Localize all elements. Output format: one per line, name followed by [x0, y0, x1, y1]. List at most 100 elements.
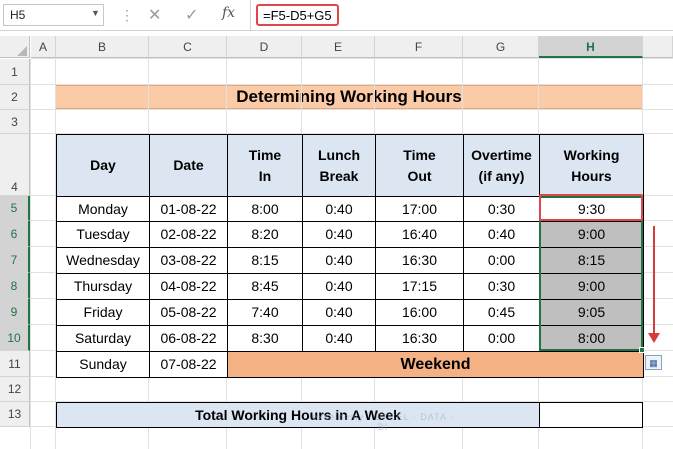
- table-header-label: Hours: [571, 167, 612, 184]
- table-header-cell[interactable]: Date: [149, 134, 228, 197]
- table-cell[interactable]: 0:40: [302, 221, 376, 248]
- table-cell[interactable]: 16:40: [375, 221, 464, 248]
- table-cell[interactable]: Sunday: [56, 351, 150, 378]
- table-cell[interactable]: Friday: [56, 299, 150, 326]
- column-header-d[interactable]: D: [227, 36, 302, 58]
- quick-analysis-icon[interactable]: ▦: [645, 355, 662, 370]
- arrow-head-icon: [648, 333, 660, 343]
- table-header-label: Working: [563, 146, 620, 163]
- row-header-3[interactable]: 3: [0, 110, 30, 134]
- column-header-g[interactable]: G: [463, 36, 539, 58]
- table-cell[interactable]: 0:30: [463, 273, 540, 300]
- table-cell[interactable]: 0:40: [463, 221, 540, 248]
- watermark: exceldemy · EXCEL · DATA · BI: [312, 412, 454, 432]
- row-header-7[interactable]: 7: [0, 247, 30, 273]
- gridline-horizontal: [31, 109, 673, 110]
- row-header-9[interactable]: 9: [0, 299, 30, 325]
- sheet-title[interactable]: Determining Working Hours: [56, 85, 642, 109]
- table-cell[interactable]: 16:30: [375, 325, 464, 352]
- table-header-cell[interactable]: Day: [56, 134, 150, 197]
- table-cell[interactable]: 8:20: [227, 221, 303, 248]
- drag-arrow-icon: [653, 226, 655, 338]
- column-header-b[interactable]: B: [56, 36, 149, 58]
- table-header-label: Time: [403, 146, 436, 163]
- table-header-label: Out: [407, 167, 432, 184]
- row-header-8[interactable]: 8: [0, 273, 30, 299]
- table-cell[interactable]: 8:15: [227, 247, 303, 274]
- table-cell[interactable]: 8:45: [227, 273, 303, 300]
- table-header-label: Overtime: [471, 146, 532, 163]
- table-cell[interactable]: 04-08-22: [149, 273, 228, 300]
- row-header-12[interactable]: 12: [0, 377, 30, 402]
- insert-function-icon[interactable]: fx: [222, 5, 235, 21]
- column-header-filler: [643, 36, 673, 58]
- table-cell[interactable]: Thursday: [56, 273, 150, 300]
- total-value-cell[interactable]: [539, 402, 643, 428]
- separator-icon: ⋮: [120, 7, 134, 23]
- table-header-cell[interactable]: Lunch Break: [302, 134, 376, 197]
- table-cell[interactable]: 07-08-22: [149, 351, 228, 378]
- table-cell[interactable]: Wednesday: [56, 247, 150, 274]
- total-label-cell[interactable]: Total Working Hours in A Week: [56, 402, 540, 428]
- formula-text[interactable]: =F5-D5+G5: [256, 4, 339, 26]
- table-header-cell[interactable]: Working Hours: [539, 134, 644, 197]
- table-header-label: (if any): [478, 167, 525, 184]
- row-header-11[interactable]: 11: [0, 351, 30, 377]
- table-cell[interactable]: 0:00: [463, 325, 540, 352]
- row-header-10[interactable]: 10: [0, 325, 30, 351]
- table-cell[interactable]: 17:00: [375, 196, 464, 222]
- row-header-13[interactable]: 13: [0, 402, 30, 427]
- table-cell[interactable]: 7:40: [227, 299, 303, 326]
- table-cell[interactable]: 01-08-22: [149, 196, 228, 222]
- table-header-cell[interactable]: Time In: [227, 134, 303, 197]
- table-header-cell[interactable]: Time Out: [375, 134, 464, 197]
- cancel-icon[interactable]: ✕: [148, 5, 161, 25]
- table-cell[interactable]: 03-08-22: [149, 247, 228, 274]
- table-cell[interactable]: 0:40: [302, 196, 376, 222]
- table-cell[interactable]: Tuesday: [56, 221, 150, 248]
- column-header-a[interactable]: A: [31, 36, 56, 58]
- table-header-label: In: [258, 167, 272, 184]
- gridline-horizontal: [31, 84, 673, 85]
- table-header-label: Date: [173, 157, 204, 173]
- table-cell[interactable]: 16:00: [375, 299, 464, 326]
- table-cell[interactable]: 06-08-22: [149, 325, 228, 352]
- chevron-down-icon[interactable]: ▼: [91, 8, 100, 18]
- row-header-2[interactable]: 2: [0, 85, 30, 110]
- table-header-label: Time: [248, 146, 282, 163]
- table-cell[interactable]: 02-08-22: [149, 221, 228, 248]
- row-header-4[interactable]: 4: [0, 134, 30, 196]
- column-header-f[interactable]: F: [375, 36, 463, 58]
- weekend-cell[interactable]: Weekend: [227, 351, 644, 378]
- select-all-icon: [17, 46, 27, 56]
- column-header-c[interactable]: C: [149, 36, 227, 58]
- name-box[interactable]: H5: [3, 4, 104, 26]
- table-cell[interactable]: 17:15: [375, 273, 464, 300]
- enter-icon[interactable]: ✓: [185, 5, 198, 25]
- row-header-5[interactable]: 5: [0, 196, 30, 221]
- table-cell[interactable]: 8:00: [227, 196, 303, 222]
- table-cell[interactable]: 0:30: [463, 196, 540, 222]
- table-cell[interactable]: 16:30: [375, 247, 464, 274]
- table-header-label: Lunch: [318, 146, 360, 163]
- table-cell[interactable]: 0:40: [302, 273, 376, 300]
- table-cell[interactable]: Saturday: [56, 325, 150, 352]
- table-cell[interactable]: 0:40: [302, 325, 376, 352]
- gridline-horizontal: [31, 58, 673, 59]
- table-cell[interactable]: Monday: [56, 196, 150, 222]
- row-header-6[interactable]: 6: [0, 221, 30, 247]
- row-header-1[interactable]: 1: [0, 59, 30, 85]
- table-header-label: Day: [90, 157, 116, 173]
- active-cell-highlight: [539, 194, 643, 221]
- table-cell[interactable]: 05-08-22: [149, 299, 228, 326]
- table-header-cell[interactable]: Overtime (if any): [463, 134, 540, 197]
- table-cell[interactable]: 8:30: [227, 325, 303, 352]
- column-header-h[interactable]: H: [539, 36, 643, 58]
- table-cell[interactable]: 0:40: [302, 299, 376, 326]
- table-cell[interactable]: 0:40: [302, 247, 376, 274]
- table-cell[interactable]: 0:00: [463, 247, 540, 274]
- table-header-label: Break: [319, 167, 359, 184]
- fill-handle[interactable]: [639, 347, 645, 353]
- table-cell[interactable]: 0:45: [463, 299, 540, 326]
- column-header-e[interactable]: E: [302, 36, 375, 58]
